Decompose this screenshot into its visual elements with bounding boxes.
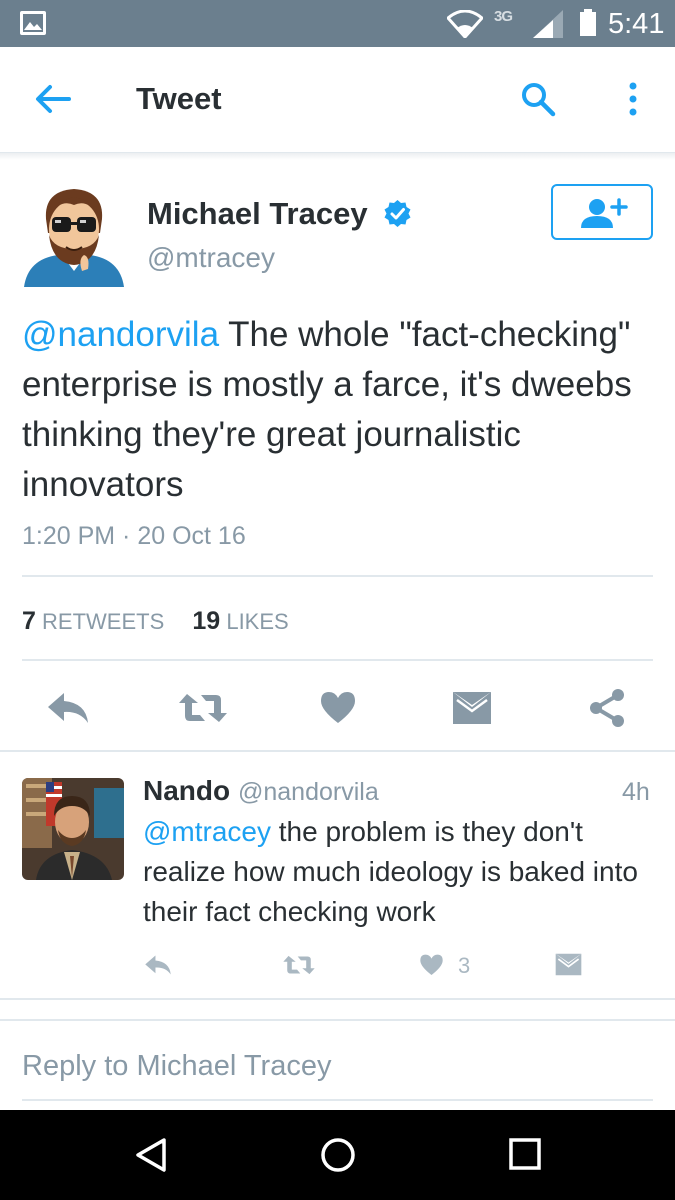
reply-author-avatar[interactable] xyxy=(22,778,124,880)
nav-back-icon[interactable] xyxy=(134,1137,168,1173)
system-nav-bar xyxy=(0,1110,675,1200)
likes-stat[interactable]: 19 LIKES xyxy=(192,607,288,635)
tweet-stats: 7 RETWEETS 19 LIKES xyxy=(22,607,311,636)
mention-link[interactable]: @nandorvila xyxy=(22,315,219,354)
section-divider xyxy=(0,750,675,752)
reply-mention-link[interactable]: @mtracey xyxy=(143,816,271,847)
page-title: Tweet xyxy=(136,81,222,116)
signal-icon xyxy=(533,10,563,38)
follow-button[interactable] xyxy=(551,184,653,240)
tweet-timestamp: 1:20 PM · 20 Oct 16 xyxy=(22,522,246,550)
divider xyxy=(22,659,653,661)
author-handle[interactable]: @mtracey xyxy=(147,242,275,274)
nav-recents-icon[interactable] xyxy=(508,1137,542,1171)
battery-icon xyxy=(580,9,596,36)
section-divider xyxy=(0,998,675,1000)
share-icon[interactable] xyxy=(588,688,628,728)
reply-reply-icon[interactable] xyxy=(144,954,172,976)
reply-like-count: 3 xyxy=(458,953,471,978)
clock: 5:41 xyxy=(608,8,665,40)
reply-retweet-icon[interactable] xyxy=(282,954,316,976)
direct-message-icon[interactable] xyxy=(452,691,492,725)
network-type: 3G xyxy=(494,8,513,25)
reply-text: @mtracey the problem is they don't reali… xyxy=(143,812,643,932)
search-icon[interactable] xyxy=(520,81,556,117)
back-arrow-icon[interactable] xyxy=(35,84,71,114)
reply-icon[interactable] xyxy=(46,691,90,725)
verified-badge-icon xyxy=(384,200,411,227)
reply-time: 4h xyxy=(622,778,650,806)
app-bar-shadow xyxy=(0,153,675,160)
author-avatar[interactable] xyxy=(22,183,126,287)
section-divider xyxy=(0,1019,675,1021)
like-icon[interactable] xyxy=(319,690,357,724)
app-bar: Tweet xyxy=(0,47,675,153)
nav-home-icon[interactable] xyxy=(320,1137,356,1173)
author-name[interactable]: Michael Tracey xyxy=(147,196,368,232)
reply-composer-input[interactable]: Reply to Michael Tracey xyxy=(22,1050,331,1083)
reply-like-icon[interactable] xyxy=(419,953,444,976)
more-vert-icon[interactable] xyxy=(624,81,642,117)
retweets-stat[interactable]: 7 RETWEETS xyxy=(22,607,164,635)
reply-author-handle[interactable]: @nandorvila xyxy=(238,778,379,807)
tweet-text: @nandorvila The whole "fact-checking" en… xyxy=(22,310,662,510)
status-bar: 3G 5:41 xyxy=(0,0,675,47)
composer-underline xyxy=(22,1099,653,1101)
add-user-icon xyxy=(581,198,628,228)
divider xyxy=(22,575,653,577)
gallery-icon xyxy=(20,11,46,35)
wifi-icon xyxy=(447,10,483,38)
retweet-icon[interactable] xyxy=(177,692,229,724)
reply-author-name[interactable]: Nando xyxy=(143,775,230,807)
reply-direct-message-icon[interactable] xyxy=(555,953,582,976)
